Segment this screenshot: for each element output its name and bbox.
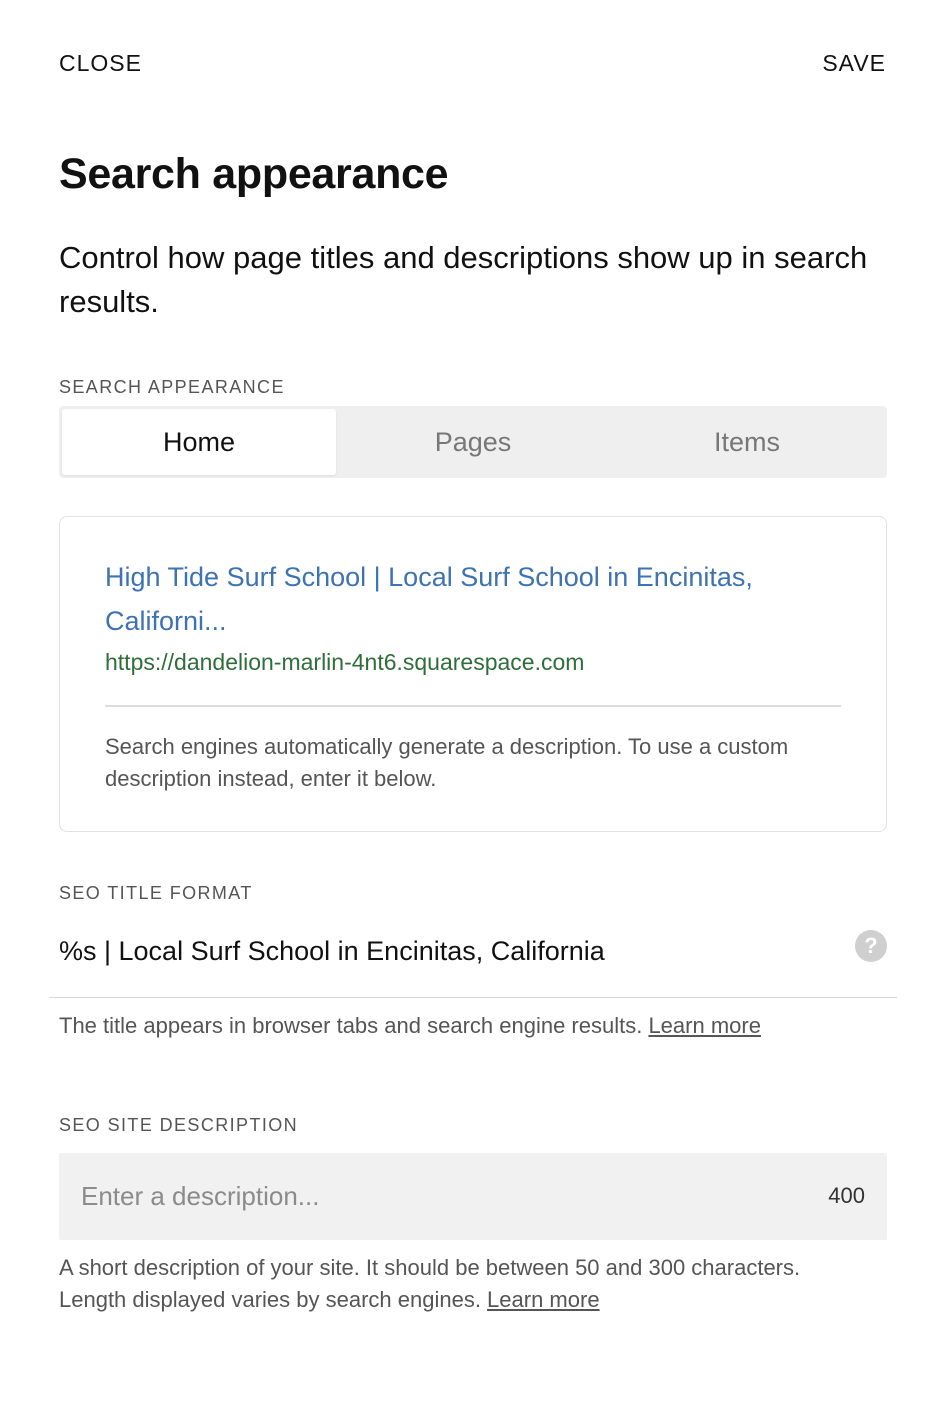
close-button[interactable]: CLOSE [59, 50, 142, 77]
top-bar: CLOSE SAVE [0, 0, 946, 110]
tab-items[interactable]: Items [610, 409, 884, 475]
seo-site-description-input[interactable]: Enter a description... 400 [59, 1153, 887, 1240]
seo-title-helper: The title appears in browser tabs and se… [59, 1010, 899, 1042]
preview-url: https://dandelion-marlin-4nt6.squarespac… [105, 649, 585, 675]
seo-site-description-placeholder: Enter a description... [81, 1181, 320, 1211]
search-appearance-tabs: Home Pages Items [59, 406, 887, 478]
seo-site-description-helper: A short description of your site. It sho… [59, 1252, 839, 1316]
preview-description: Search engines automatically generate a … [105, 734, 789, 791]
seo-title-format-field[interactable]: %s | Local Surf School in Encinitas, Cal… [49, 918, 897, 998]
tab-home[interactable]: Home [62, 409, 336, 475]
page-intro: Control how page titles and descriptions… [59, 240, 868, 319]
seo-site-description-helper-text: A short description of your site. It sho… [59, 1255, 801, 1312]
preview-title: High Tide Surf School | Local Surf Schoo… [105, 562, 753, 636]
seo-site-description-label: SEO SITE DESCRIPTION [59, 1115, 299, 1135]
save-button[interactable]: SAVE [822, 50, 886, 77]
character-count: 400 [828, 1183, 865, 1208]
search-appearance-label: SEARCH APPEARANCE [59, 377, 285, 397]
seo-title-learn-more-link[interactable]: Learn more [648, 1013, 761, 1038]
page-title: Search appearance [59, 150, 449, 198]
question-circle-icon[interactable]: ? [855, 930, 887, 962]
seo-site-description-learn-more-link[interactable]: Learn more [487, 1287, 600, 1312]
seo-title-helper-text: The title appears in browser tabs and se… [59, 1013, 649, 1038]
search-result-preview: High Tide Surf School | Local Surf Schoo… [59, 516, 887, 832]
seo-title-format-value[interactable]: %s | Local Surf School in Encinitas, Cal… [59, 936, 605, 967]
preview-divider [105, 705, 841, 707]
tab-pages[interactable]: Pages [336, 409, 610, 475]
seo-title-format-label: SEO TITLE FORMAT [59, 883, 253, 903]
